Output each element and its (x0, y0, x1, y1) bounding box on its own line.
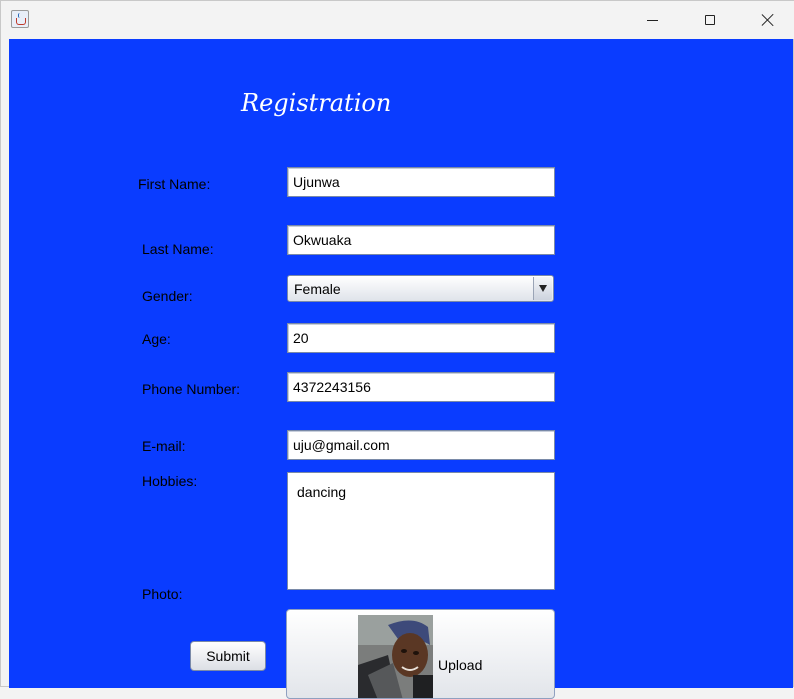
phone-label: Phone Number: (142, 381, 241, 397)
first-name-label: First Name: (138, 176, 211, 192)
title-bar (1, 1, 794, 39)
maximize-button[interactable] (681, 1, 739, 39)
app-window: Registration First Name: Ujunwa Last Nam… (0, 0, 794, 699)
email-field[interactable]: uju@gmail.com (287, 430, 555, 460)
hobbies-label: Hobbies: (142, 473, 198, 489)
minimize-icon (646, 19, 658, 21)
phone-field[interactable]: 4372243156 (287, 372, 555, 402)
maximize-icon (705, 15, 715, 25)
dropdown-button[interactable] (533, 277, 552, 300)
submit-button[interactable]: Submit (190, 641, 266, 671)
gender-selected-value: Female (294, 281, 341, 297)
hobbies-textarea[interactable]: dancing (287, 472, 555, 590)
age-label: Age: (142, 331, 171, 347)
email-label: E-mail: (142, 438, 186, 454)
last-name-label: Last Name: (142, 241, 214, 257)
chevron-down-icon (539, 285, 547, 292)
page-title: Registration (241, 89, 392, 117)
last-name-field[interactable]: Okwuaka (287, 225, 555, 255)
first-name-field[interactable]: Ujunwa (287, 167, 555, 197)
close-button[interactable] (739, 1, 794, 39)
upload-button[interactable]: Upload (286, 609, 555, 699)
registration-panel: Registration First Name: Ujunwa Last Nam… (9, 39, 793, 699)
gender-label: Gender: (142, 288, 193, 304)
upload-label: Upload (438, 657, 483, 673)
minimize-button[interactable] (623, 1, 681, 39)
age-field[interactable]: 20 (287, 323, 555, 353)
java-cup-icon[interactable] (11, 10, 29, 28)
profile-photo (358, 615, 433, 698)
photo-label: Photo: (142, 586, 183, 602)
gender-select[interactable]: Female (287, 275, 554, 302)
close-icon (761, 13, 775, 27)
